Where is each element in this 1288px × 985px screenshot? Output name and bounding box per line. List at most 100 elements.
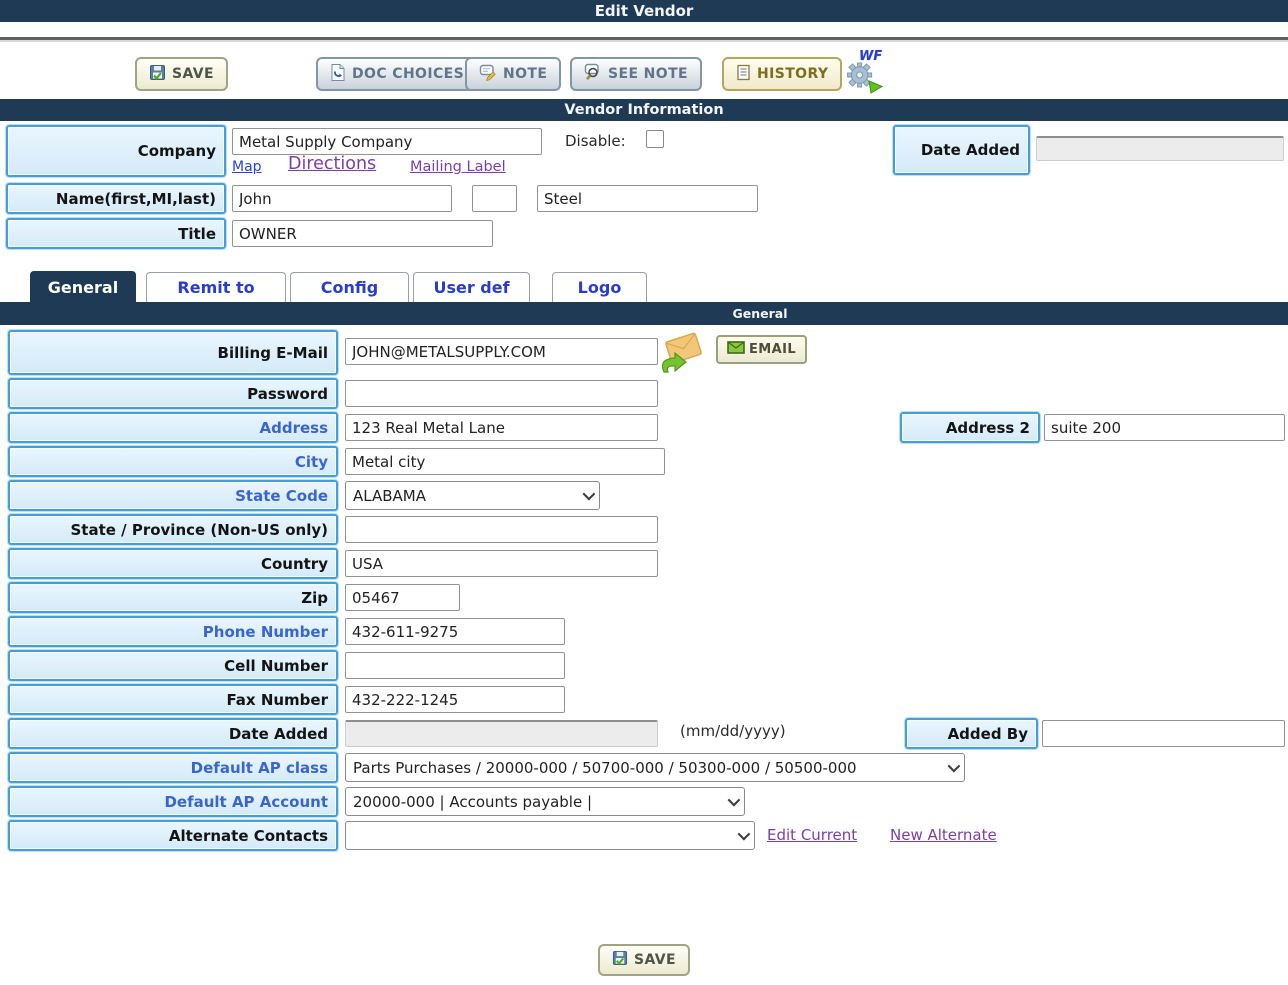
- new-alternate-link[interactable]: New Alternate: [890, 826, 997, 844]
- save-floppy-icon: [612, 950, 628, 970]
- address-row: Address Address 2: [0, 412, 1288, 443]
- middle-initial-input[interactable]: [472, 185, 517, 212]
- save-floppy-icon: [149, 64, 166, 85]
- disable-checkbox[interactable]: [646, 130, 664, 148]
- send-email-icon[interactable]: [656, 332, 706, 382]
- password-input[interactable]: [345, 380, 658, 407]
- state-province-row: State / Province (Non-US only): [0, 514, 1288, 545]
- added-by-label: Added By: [905, 718, 1038, 749]
- see-note-button[interactable]: SEE NOTE: [570, 57, 702, 91]
- bottom-save-button[interactable]: SAVE: [598, 944, 690, 976]
- tab-remit-to[interactable]: Remit to: [146, 272, 286, 302]
- title-input[interactable]: [232, 220, 493, 247]
- email-button-label: EMAIL: [749, 342, 796, 357]
- default-ap-account-label[interactable]: Default AP Account: [8, 786, 338, 817]
- title-label: Title: [6, 218, 226, 249]
- chevron-down-icon: [738, 828, 751, 841]
- city-label[interactable]: City: [8, 446, 338, 477]
- last-name-input[interactable]: [537, 185, 758, 212]
- alternate-contacts-label: Alternate Contacts: [8, 820, 338, 851]
- default-ap-class-select[interactable]: Parts Purchases / 20000-000 / 50700-000 …: [345, 753, 965, 782]
- state-code-row: State Code ALABAMA: [0, 480, 1288, 511]
- date-added-top-label: Date Added: [893, 125, 1030, 175]
- workflow-icon[interactable]: WF: [843, 51, 889, 97]
- country-label: Country: [8, 548, 338, 579]
- tab-general[interactable]: General: [30, 271, 136, 303]
- note-button[interactable]: NOTE: [465, 57, 561, 91]
- date-added-row: Date Added (mm/dd/yyyy) Added By: [0, 718, 1288, 749]
- page-title: Edit Vendor: [595, 2, 694, 20]
- country-row: Country: [0, 548, 1288, 579]
- disable-label: Disable:: [565, 132, 626, 150]
- edit-current-link[interactable]: Edit Current: [767, 826, 857, 844]
- date-format-hint: (mm/dd/yyyy): [680, 722, 786, 740]
- directions-link[interactable]: Directions: [288, 154, 376, 174]
- zip-label: Zip: [8, 582, 338, 613]
- billing-email-label: Billing E-Mail: [8, 330, 338, 375]
- password-row: Password: [0, 378, 1288, 409]
- billing-email-input[interactable]: [345, 338, 658, 365]
- company-input[interactable]: [232, 128, 542, 155]
- divider: [0, 37, 1288, 42]
- history-label: HISTORY: [757, 66, 828, 82]
- tab-bar: General Remit to Config User def Logo: [0, 271, 1288, 302]
- alternate-contacts-select[interactable]: [345, 821, 755, 850]
- cell-number-input[interactable]: [345, 652, 565, 679]
- country-input[interactable]: [345, 550, 658, 577]
- phone-number-input[interactable]: [345, 618, 565, 645]
- envelope-icon: [727, 341, 745, 358]
- document-arrow-icon: [330, 63, 346, 86]
- first-name-input[interactable]: [232, 185, 452, 212]
- default-ap-account-select[interactable]: 20000-000 | Accounts payable |: [345, 787, 745, 816]
- tab-logo[interactable]: Logo: [552, 272, 647, 302]
- history-doc-icon: [736, 64, 751, 85]
- phone-number-label[interactable]: Phone Number: [8, 616, 338, 647]
- zip-row: Zip: [0, 582, 1288, 613]
- password-label: Password: [8, 378, 338, 409]
- toolbar: SAVE DOC CHOICES NOTE SEE NOTE HISTORY: [0, 57, 1288, 97]
- general-section: Billing E-Mail EMAIL Pass: [0, 330, 1288, 870]
- fax-row: Fax Number: [0, 684, 1288, 715]
- cell-number-label: Cell Number: [8, 650, 338, 681]
- phone-row: Phone Number: [0, 616, 1288, 647]
- see-note-label: SEE NOTE: [608, 66, 688, 82]
- fax-number-input[interactable]: [345, 686, 565, 713]
- zip-input[interactable]: [345, 584, 460, 611]
- company-label: Company: [6, 125, 226, 177]
- footer: SAVE: [0, 944, 1288, 976]
- cell-row: Cell Number: [0, 650, 1288, 681]
- chevron-down-icon: [948, 760, 961, 773]
- map-link[interactable]: Map: [232, 159, 262, 175]
- note-magnifier-icon: [584, 63, 602, 85]
- default-ap-account-row: Default AP Account 20000-000 | Accounts …: [0, 786, 1288, 817]
- edit-vendor-page: Edit Vendor SAVE DOC CHOICES NOTE SE: [0, 0, 1288, 985]
- wf-label: WF: [859, 49, 882, 64]
- address-label[interactable]: Address: [8, 412, 338, 443]
- doc-choices-button[interactable]: DOC CHOICES: [316, 57, 478, 91]
- mailing-label-link[interactable]: Mailing Label: [410, 159, 506, 175]
- added-by-input[interactable]: [1042, 720, 1285, 747]
- state-code-label[interactable]: State Code: [8, 480, 338, 511]
- default-ap-class-row: Default AP class Parts Purchases / 20000…: [0, 752, 1288, 783]
- page-title-bar: Edit Vendor: [0, 0, 1288, 22]
- general-section-title: General: [733, 306, 788, 321]
- city-input[interactable]: [345, 448, 665, 475]
- default-ap-class-label[interactable]: Default AP class: [8, 752, 338, 783]
- billing-email-row: Billing E-Mail EMAIL: [0, 330, 1288, 375]
- email-button[interactable]: EMAIL: [716, 335, 807, 364]
- date-added-top-input: [1036, 136, 1284, 161]
- history-button[interactable]: HISTORY: [722, 57, 842, 91]
- address2-label: Address 2: [900, 412, 1040, 443]
- date-added-input: [345, 720, 658, 747]
- state-province-input[interactable]: [345, 516, 658, 543]
- chevron-down-icon: [583, 488, 596, 501]
- address-input[interactable]: [345, 414, 658, 441]
- address2-input[interactable]: [1044, 414, 1285, 441]
- vendor-info-section: Company Disable: Map Directions Mailing …: [0, 121, 1288, 251]
- tab-config[interactable]: Config: [290, 272, 409, 302]
- save-button[interactable]: SAVE: [135, 57, 228, 91]
- note-pencil-icon: [479, 64, 497, 85]
- tab-user-def[interactable]: User def: [413, 272, 530, 302]
- alternate-contacts-row: Alternate Contacts Edit Current New Alte…: [0, 820, 1288, 851]
- state-code-select[interactable]: ALABAMA: [345, 481, 600, 510]
